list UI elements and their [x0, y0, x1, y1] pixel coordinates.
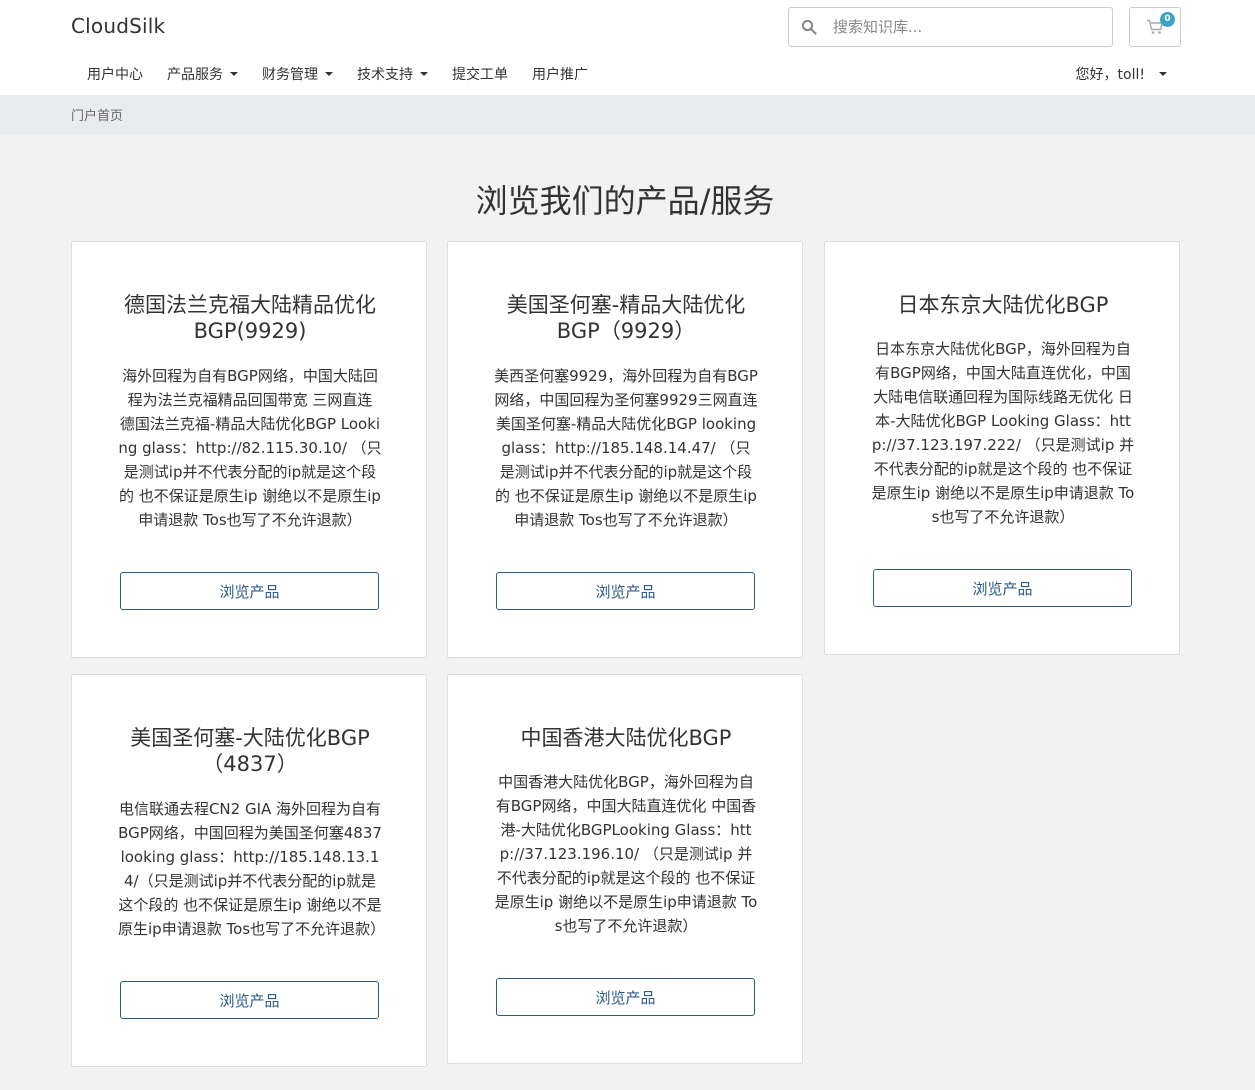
- page-title: 浏览我们的产品/服务: [475, 182, 775, 220]
- product-title: 德国法兰克福大陆精品优化BGP(9929): [124, 293, 376, 343]
- nav-item-support[interactable]: 技术支持: [345, 56, 440, 95]
- browse-products-button[interactable]: 浏览产品: [873, 569, 1132, 607]
- browse-products-button[interactable]: 浏览产品: [496, 572, 755, 610]
- nav-item-billing[interactable]: 财务管理: [250, 56, 345, 95]
- browse-products-button[interactable]: 浏览产品: [120, 572, 379, 610]
- product-description: 海外回程为自有BGP网络，中国大陆回程为法兰克福精品回国带宽 三网直连 德国法兰…: [118, 367, 382, 529]
- user-greeting: 您好，toll!: [1075, 67, 1145, 83]
- cart-count-badge: 0: [1160, 12, 1175, 27]
- product-title: 日本东京大陆优化BGP: [897, 293, 1109, 317]
- nav-item-label: 产品服务: [167, 67, 223, 83]
- nav-item-label: 提交工单: [452, 67, 508, 83]
- brand-logo[interactable]: CloudSilk: [71, 14, 165, 38]
- product-title: 美国圣何塞-精品大陆优化BGP（9929）: [506, 293, 746, 343]
- breadcrumb-home[interactable]: 门户首页: [71, 105, 123, 124]
- nav-item-products[interactable]: 产品服务: [155, 56, 250, 95]
- cart-button[interactable]: 0: [1129, 7, 1181, 47]
- browse-products-button[interactable]: 浏览产品: [496, 978, 755, 1016]
- user-account-menu[interactable]: 您好，toll!: [1076, 56, 1167, 95]
- search-input[interactable]: [833, 14, 1103, 40]
- knowledgebase-search[interactable]: [788, 7, 1113, 47]
- top-header: CloudSilk 0: [0, 0, 1255, 56]
- main-nav: 用户中心 产品服务 财务管理 技术支持 提交工单 用户推广: [75, 56, 600, 95]
- caret-down-icon: [420, 72, 428, 76]
- nav-item-label: 财务管理: [262, 67, 318, 83]
- nav-item-user-center[interactable]: 用户中心: [75, 56, 155, 95]
- nav-item-open-ticket[interactable]: 提交工单: [440, 56, 520, 95]
- caret-down-icon: [325, 72, 333, 76]
- nav-item-label: 用户推广: [532, 67, 588, 83]
- product-description: 中国香港大陆优化BGP，海外回程为自有BGP网络，中国大陆直连优化 中国香港-大…: [494, 773, 758, 935]
- search-icon: [801, 19, 817, 35]
- product-card: 中国香港大陆优化BGP 中国香港大陆优化BGP，海外回程为自有BGP网络，中国大…: [447, 674, 803, 1064]
- product-card: 德国法兰克福大陆精品优化BGP(9929) 海外回程为自有BGP网络，中国大陆回…: [71, 241, 427, 658]
- product-description: 美西圣何塞9929，海外回程为自有BGP网络，中国回程为圣何塞9929三网直连 …: [494, 367, 758, 529]
- caret-down-icon: [1159, 72, 1167, 76]
- product-description: 电信联通去程CN2 GIA 海外回程为自有BGP网络，中国回程为美国圣何塞483…: [118, 800, 386, 938]
- product-title: 中国香港大陆优化BGP: [520, 726, 732, 750]
- product-card: 日本东京大陆优化BGP 日本东京大陆优化BGP，海外回程为自有BGP网络，中国大…: [824, 241, 1180, 655]
- main-navbar: 用户中心 产品服务 财务管理 技术支持 提交工单 用户推广 您好，toll!: [0, 56, 1255, 95]
- nav-item-label: 用户中心: [87, 67, 143, 83]
- caret-down-icon: [230, 72, 238, 76]
- nav-item-affiliates[interactable]: 用户推广: [520, 56, 600, 95]
- nav-item-label: 技术支持: [357, 67, 413, 83]
- product-description: 日本东京大陆优化BGP，海外回程为自有BGP网络，中国大陆直连优化，中国大陆电信…: [871, 340, 1135, 526]
- product-card: 美国圣何塞-大陆优化BGP（4837） 电信联通去程CN2 GIA 海外回程为自…: [71, 674, 427, 1067]
- product-title: 美国圣何塞-大陆优化BGP（4837）: [130, 726, 370, 776]
- breadcrumb-bar: 门户首页: [0, 95, 1255, 135]
- browse-products-button[interactable]: 浏览产品: [120, 981, 379, 1019]
- product-card: 美国圣何塞-精品大陆优化BGP（9929） 美西圣何塞9929，海外回程为自有B…: [447, 241, 803, 658]
